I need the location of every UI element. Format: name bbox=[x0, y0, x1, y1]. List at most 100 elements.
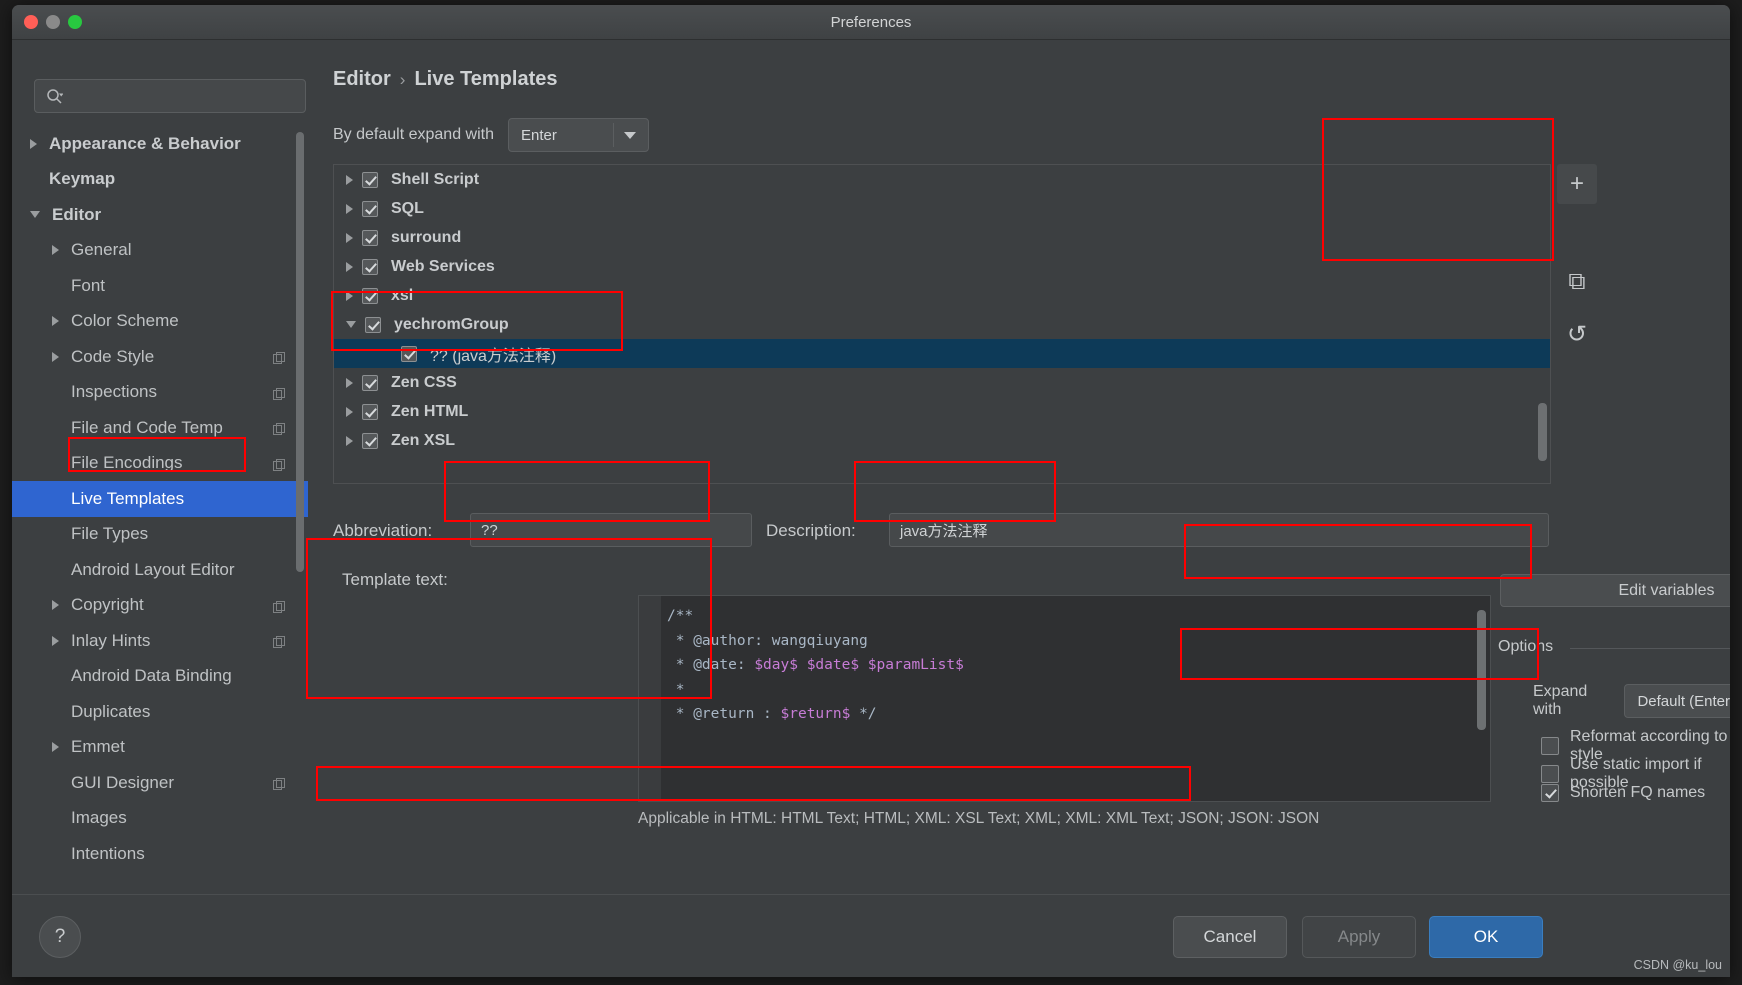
chevron-right-icon[interactable] bbox=[346, 406, 353, 417]
template-row-label: surround bbox=[391, 228, 462, 246]
template-row[interactable]: Zen XSL bbox=[334, 426, 1550, 455]
chevron-right-icon[interactable] bbox=[52, 600, 59, 611]
chevron-right-icon[interactable] bbox=[346, 435, 353, 446]
code-line: * @return : $return$ */ bbox=[667, 702, 1490, 727]
template-checkbox[interactable] bbox=[362, 171, 378, 188]
template-row[interactable]: yechromGroup bbox=[334, 310, 1550, 339]
sidebar-item-inspections[interactable]: Inspections bbox=[12, 375, 308, 411]
description-input[interactable]: java方法注释 bbox=[889, 513, 1549, 547]
minimize-icon[interactable] bbox=[46, 15, 60, 29]
template-row-label: Web Services bbox=[391, 257, 495, 275]
chevron-right-icon[interactable] bbox=[346, 290, 353, 301]
template-checkbox[interactable] bbox=[362, 200, 378, 217]
template-row[interactable]: Zen CSS bbox=[334, 368, 1550, 397]
sidebar-item-android-data-binding[interactable]: Android Data Binding bbox=[12, 659, 308, 695]
template-row[interactable]: Zen HTML bbox=[334, 397, 1550, 426]
chevron-right-icon[interactable] bbox=[30, 138, 37, 149]
sidebar-item-font[interactable]: Font bbox=[12, 268, 308, 304]
sidebar-item-label: Appearance & Behavior bbox=[49, 133, 241, 153]
close-icon[interactable] bbox=[24, 15, 38, 29]
template-row[interactable]: surround bbox=[334, 223, 1550, 252]
sidebar-item-duplicates[interactable]: Duplicates bbox=[12, 694, 308, 730]
search-input[interactable] bbox=[63, 87, 305, 105]
sidebar-item-file-encodings[interactable]: File Encodings bbox=[12, 446, 308, 482]
chevron-right-icon[interactable] bbox=[346, 232, 353, 243]
sidebar-item-android-layout-editor[interactable]: Android Layout Editor bbox=[12, 552, 308, 588]
cancel-button[interactable]: Cancel bbox=[1173, 916, 1287, 958]
breadcrumb-parent[interactable]: Editor bbox=[333, 68, 391, 91]
template-checkbox[interactable] bbox=[362, 258, 378, 275]
chevron-right-icon[interactable] bbox=[346, 174, 353, 185]
chevron-right-icon[interactable] bbox=[346, 261, 353, 272]
template-checkbox[interactable] bbox=[362, 374, 378, 391]
chevron-down-icon bbox=[624, 131, 636, 139]
add-template-button[interactable]: + bbox=[1557, 164, 1597, 204]
shorten-fq-checkbox[interactable] bbox=[1541, 784, 1559, 802]
templates-scrollbar[interactable] bbox=[1538, 403, 1547, 461]
template-row[interactable]: Web Services bbox=[334, 252, 1550, 281]
sidebar-item-editor[interactable]: Editor bbox=[12, 197, 308, 233]
reformat-checkbox[interactable] bbox=[1541, 737, 1559, 755]
sidebar-item-color-scheme[interactable]: Color Scheme bbox=[12, 304, 308, 340]
template-row[interactable]: Shell Script bbox=[334, 165, 1550, 194]
sidebar-item-file-and-code-temp[interactable]: File and Code Temp bbox=[12, 410, 308, 446]
edit-variables-button[interactable]: Edit variables bbox=[1500, 574, 1730, 607]
sidebar-item-intentions[interactable]: Intentions bbox=[12, 836, 308, 872]
chevron-down-icon[interactable] bbox=[346, 321, 356, 328]
sidebar-item-gui-designer[interactable]: GUI Designer bbox=[12, 765, 308, 801]
applicable-context-label: Applicable in HTML: HTML Text; HTML; XML… bbox=[638, 810, 1320, 827]
template-checkbox[interactable] bbox=[362, 403, 378, 420]
copy-settings-icon[interactable] bbox=[273, 350, 286, 365]
search-box[interactable] bbox=[34, 79, 306, 113]
sidebar-item-keymap[interactable]: Keymap bbox=[12, 162, 308, 198]
copy-settings-icon[interactable] bbox=[273, 776, 286, 791]
editor-scrollbar[interactable] bbox=[1477, 610, 1486, 730]
apply-button[interactable]: Apply bbox=[1302, 916, 1416, 958]
sidebar-item-code-style[interactable]: Code Style bbox=[12, 339, 308, 375]
copy-settings-icon[interactable] bbox=[273, 421, 286, 436]
ok-button[interactable]: OK bbox=[1429, 916, 1543, 958]
sidebar-item-appearance-behavior[interactable]: Appearance & Behavior bbox=[12, 126, 308, 162]
chevron-right-icon[interactable] bbox=[346, 203, 353, 214]
template-checkbox[interactable] bbox=[401, 345, 417, 362]
abbreviation-input[interactable]: ?? bbox=[470, 513, 752, 547]
sidebar-item-general[interactable]: General bbox=[12, 233, 308, 269]
chevron-right-icon[interactable] bbox=[52, 245, 59, 256]
option-shorten-fq[interactable]: Shorten FQ names bbox=[1541, 784, 1705, 802]
sidebar-scrollbar[interactable] bbox=[296, 132, 304, 572]
chevron-right-icon[interactable] bbox=[52, 351, 59, 362]
sidebar-item-emmet[interactable]: Emmet bbox=[12, 730, 308, 766]
sidebar-item-live-templates[interactable]: Live Templates bbox=[12, 481, 308, 517]
template-checkbox[interactable] bbox=[362, 287, 378, 304]
chevron-right-icon[interactable] bbox=[52, 635, 59, 646]
static-import-checkbox[interactable] bbox=[1541, 765, 1559, 783]
chevron-right-icon[interactable] bbox=[52, 316, 59, 327]
chevron-down-icon[interactable] bbox=[30, 211, 40, 219]
help-button[interactable]: ? bbox=[39, 916, 81, 958]
sidebar-item-inlay-hints[interactable]: Inlay Hints bbox=[12, 623, 308, 659]
copy-template-button[interactable]: ⧉ bbox=[1557, 262, 1597, 302]
template-checkbox[interactable] bbox=[362, 229, 378, 246]
sidebar-item-copyright[interactable]: Copyright bbox=[12, 588, 308, 624]
maximize-icon[interactable] bbox=[68, 15, 82, 29]
expand-with-combo[interactable]: Default (Enter) bbox=[1624, 684, 1730, 718]
sidebar-item-file-types[interactable]: File Types bbox=[12, 517, 308, 553]
template-row[interactable]: SQL bbox=[334, 194, 1550, 223]
sidebar-item-label: File Encodings bbox=[71, 453, 183, 473]
template-row[interactable]: ?? (java方法注释) bbox=[334, 339, 1550, 368]
template-checkbox[interactable] bbox=[362, 432, 378, 449]
copy-settings-icon[interactable] bbox=[273, 386, 286, 400]
sidebar-item-images[interactable]: Images bbox=[12, 801, 308, 837]
copy-settings-icon[interactable] bbox=[273, 599, 286, 613]
copy-settings-icon[interactable] bbox=[273, 634, 286, 649]
template-text-editor[interactable]: /** * @author: wangqiuyang * @date: $day… bbox=[638, 595, 1491, 802]
template-row[interactable]: xsl bbox=[334, 281, 1550, 310]
copy-settings-icon[interactable] bbox=[273, 457, 286, 471]
chevron-right-icon[interactable] bbox=[346, 377, 353, 388]
default-expand-combo[interactable]: Enter bbox=[508, 118, 649, 152]
chevron-right-icon[interactable] bbox=[52, 742, 59, 753]
code-line: /** bbox=[667, 604, 1490, 629]
revert-template-button[interactable]: ↺ bbox=[1557, 314, 1597, 354]
template-checkbox[interactable] bbox=[365, 316, 381, 333]
template-code[interactable]: /** * @author: wangqiuyang * @date: $day… bbox=[661, 596, 1490, 801]
